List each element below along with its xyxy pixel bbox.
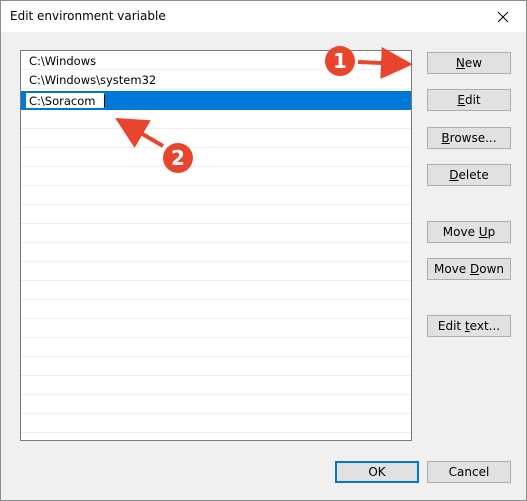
delete-button-accel: D bbox=[449, 168, 459, 182]
move-down-button[interactable]: Move Down bbox=[427, 258, 511, 280]
inline-edit-input[interactable]: C:\Soracom bbox=[25, 92, 105, 109]
ok-button-label: OK bbox=[368, 465, 386, 479]
list-item-empty[interactable] bbox=[21, 243, 411, 262]
edit-text-button-label-post: ext... bbox=[469, 319, 501, 333]
close-button[interactable] bbox=[480, 1, 526, 32]
new-button-accel: N bbox=[455, 56, 465, 70]
list-item-empty[interactable] bbox=[21, 148, 411, 167]
edit-button-label-post: dit bbox=[464, 93, 481, 107]
list-item-label: C:\Windows bbox=[29, 54, 97, 68]
list-item-editing[interactable]: C:\Soracom bbox=[21, 91, 411, 110]
move-down-button-accel: D bbox=[469, 262, 480, 276]
list-item-empty[interactable] bbox=[21, 357, 411, 376]
cancel-button-label: Cancel bbox=[448, 465, 490, 479]
new-button[interactable]: New bbox=[427, 52, 511, 74]
list-item-empty[interactable] bbox=[21, 186, 411, 205]
text-caret bbox=[104, 95, 105, 107]
window-title: Edit environment variable bbox=[10, 9, 166, 23]
callout-2-badge: 2 bbox=[163, 143, 193, 173]
callout-2-number: 2 bbox=[171, 146, 185, 170]
move-up-button-label-pre: Move bbox=[442, 225, 479, 239]
list-item-empty[interactable] bbox=[21, 300, 411, 319]
close-icon bbox=[497, 11, 509, 22]
list-item-empty[interactable] bbox=[21, 319, 411, 338]
edit-button-accel: E bbox=[457, 93, 465, 107]
list-item-empty[interactable] bbox=[21, 167, 411, 186]
list-item-empty[interactable] bbox=[21, 262, 411, 281]
path-list[interactable]: C:\Windows C:\Windows\system32 C:\Soraco… bbox=[20, 50, 412, 441]
list-item-empty[interactable] bbox=[21, 205, 411, 224]
browse-button[interactable]: Browse... bbox=[427, 127, 511, 149]
ok-button[interactable]: OK bbox=[335, 461, 419, 483]
edit-button[interactable]: Edit bbox=[427, 89, 511, 111]
callout-1-badge: 1 bbox=[325, 46, 355, 76]
list-item-empty[interactable] bbox=[21, 110, 411, 129]
inline-edit-value: C:\Soracom bbox=[29, 94, 96, 108]
list-item-empty[interactable] bbox=[21, 281, 411, 300]
edit-text-button[interactable]: Edit t ext... bbox=[427, 315, 511, 337]
delete-button[interactable]: Delete bbox=[427, 164, 511, 186]
new-button-label-post: ew bbox=[464, 56, 483, 70]
list-item-empty[interactable] bbox=[21, 414, 411, 433]
move-up-button-accel: U bbox=[478, 225, 488, 239]
move-up-button[interactable]: Move Up bbox=[427, 221, 511, 243]
cancel-button[interactable]: Cancel bbox=[427, 461, 511, 483]
dialog-window: Edit environment variable C:\Windows C:\… bbox=[0, 0, 527, 501]
list-item-empty[interactable] bbox=[21, 129, 411, 148]
move-down-button-label-pre: Move bbox=[433, 262, 470, 276]
browse-button-label-post: rowse... bbox=[449, 131, 497, 145]
callout-1-number: 1 bbox=[333, 49, 347, 73]
list-item-empty[interactable] bbox=[21, 224, 411, 243]
list-item-label: C:\Windows\system32 bbox=[29, 73, 157, 87]
list-item-empty[interactable] bbox=[21, 376, 411, 395]
delete-button-label-post: elete bbox=[458, 168, 489, 182]
move-up-button-label-post: p bbox=[487, 225, 496, 239]
list-item[interactable]: C:\Windows\system32 bbox=[21, 70, 411, 89]
list-item-empty[interactable] bbox=[21, 395, 411, 414]
browse-button-accel: B bbox=[441, 131, 450, 145]
edit-text-button-label-pre: Edit bbox=[437, 319, 465, 333]
title-bar: Edit environment variable bbox=[1, 1, 526, 32]
move-down-button-label-post: own bbox=[479, 262, 504, 276]
list-item-empty[interactable] bbox=[21, 338, 411, 357]
